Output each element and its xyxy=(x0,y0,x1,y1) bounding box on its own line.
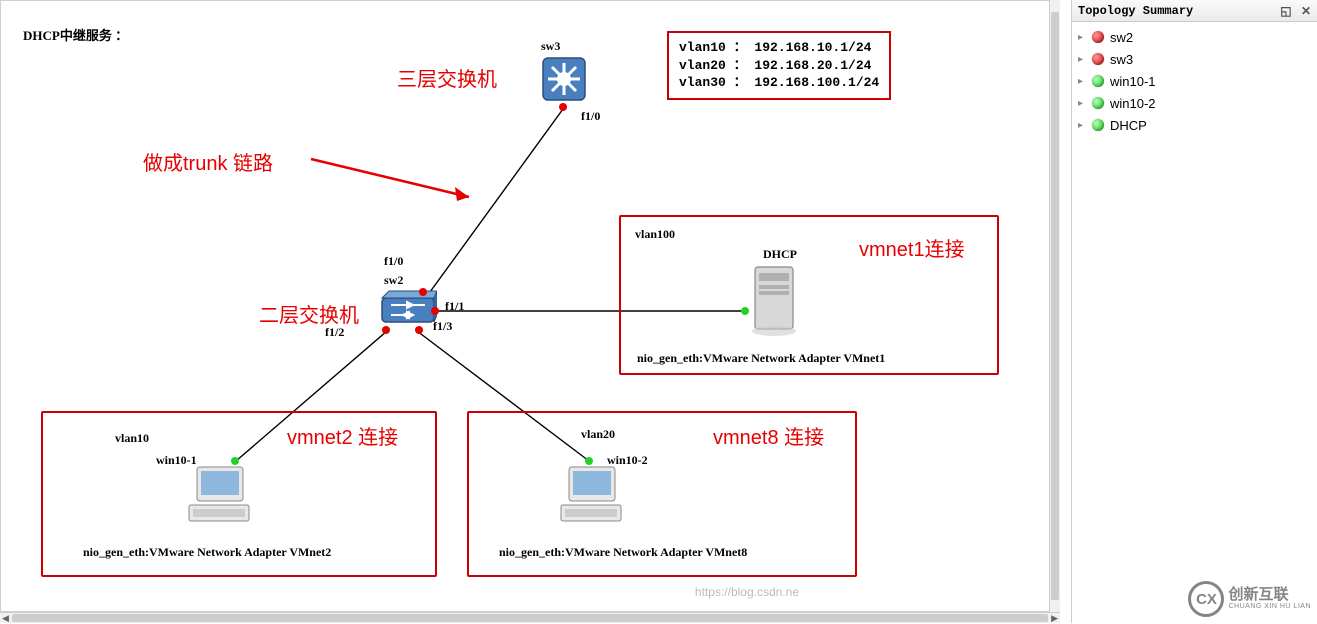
panel-undock-icon[interactable]: ◱ xyxy=(1280,4,1291,18)
vertical-scrollbar[interactable] xyxy=(1049,0,1060,612)
watermark-sub: CHUANG XIN HU LIAN xyxy=(1228,603,1311,611)
annotation-l3-switch: 三层交换机 xyxy=(397,63,497,92)
sw2-port-f10: f1/0 xyxy=(384,254,403,269)
win10-1-adapter: nio_gen_eth:VMware Network Adapter VMnet… xyxy=(83,545,331,560)
node-win10-1[interactable] xyxy=(187,463,255,534)
win10-2-port-dot xyxy=(585,457,593,465)
sw2-port-f11: f1/1 xyxy=(445,299,464,314)
cx-logo-icon: CX xyxy=(1188,581,1224,617)
sw2-port-f12-dot xyxy=(382,326,390,334)
sw2-port-f11-dot xyxy=(431,307,439,315)
topology-canvas[interactable]: DHCP中继服务 ： vlan10 ： 192.168.10.1/24 vlan… xyxy=(0,0,1060,612)
tree-item-sw2[interactable]: ▸ sw2 xyxy=(1072,26,1317,48)
topology-tree: ▸ sw2 ▸ sw3 ▸ win10-1 ▸ win10-2 ▸ DHCP xyxy=(1072,22,1317,140)
win10-2-vlan-label: vlan20 xyxy=(581,427,615,442)
sw2-port-f13: f1/3 xyxy=(433,319,452,334)
tree-item-dhcp[interactable]: ▸ DHCP xyxy=(1072,114,1317,136)
chevron-right-icon: ▸ xyxy=(1078,32,1088,43)
dhcp-vlan-label: vlan100 xyxy=(635,227,675,242)
watermark-url: https://blog.csdn.ne xyxy=(695,585,799,599)
chevron-right-icon: ▸ xyxy=(1078,98,1088,109)
sw3-port-f10: f1/0 xyxy=(581,109,600,124)
sw2-port-f10-dot xyxy=(419,288,427,296)
dhcp-adapter: nio_gen_eth:VMware Network Adapter VMnet… xyxy=(637,351,885,366)
topology-summary-title-bar[interactable]: Topology Summary ◱ ✕ xyxy=(1072,0,1317,22)
tree-item-win10-1[interactable]: ▸ win10-1 xyxy=(1072,70,1317,92)
chevron-right-icon: ▸ xyxy=(1078,76,1088,87)
tree-item-label: DHCP xyxy=(1110,118,1147,133)
topology-summary-title: Topology Summary xyxy=(1078,4,1193,18)
sw2-port-f13-dot xyxy=(415,326,423,334)
tree-item-label: sw2 xyxy=(1110,30,1133,45)
tree-item-sw3[interactable]: ▸ sw3 xyxy=(1072,48,1317,70)
dhcp-label: DHCP xyxy=(763,247,797,262)
status-dot-green-icon xyxy=(1092,119,1104,131)
win10-2-adapter: nio_gen_eth:VMware Network Adapter VMnet… xyxy=(499,545,747,560)
win10-1-label: win10-1 xyxy=(156,453,197,468)
node-sw3[interactable] xyxy=(541,56,587,107)
sw2-label: sw2 xyxy=(384,273,403,288)
node-dhcp[interactable] xyxy=(747,261,801,344)
annotation-vmnet1: vmnet1连接 xyxy=(859,233,965,262)
win10-1-vlan-label: vlan10 xyxy=(115,431,149,446)
annotation-vmnet2: vmnet2 连接 xyxy=(287,421,398,450)
tree-item-win10-2[interactable]: ▸ win10-2 xyxy=(1072,92,1317,114)
status-dot-green-icon xyxy=(1092,97,1104,109)
annotation-l2-switch: 二层交换机 xyxy=(259,299,359,328)
topology-summary-panel: Topology Summary ◱ ✕ ▸ sw2 ▸ sw3 ▸ win10… xyxy=(1071,0,1317,623)
sw3-label: sw3 xyxy=(541,39,560,54)
tree-item-label: win10-1 xyxy=(1110,74,1156,89)
annotation-trunk: 做成trunk 链路 xyxy=(143,147,273,176)
status-dot-green-icon xyxy=(1092,75,1104,87)
watermark-name: 创新互联 xyxy=(1228,587,1311,604)
node-win10-2[interactable] xyxy=(559,463,627,534)
status-dot-red-icon xyxy=(1092,53,1104,65)
chevron-right-icon: ▸ xyxy=(1078,120,1088,131)
horizontal-scrollbar[interactable]: ◀ ▶ xyxy=(0,612,1060,623)
dhcp-port-dot xyxy=(741,307,749,315)
win10-1-port-dot xyxy=(231,457,239,465)
annotation-vmnet8: vmnet8 连接 xyxy=(713,421,824,450)
horizontal-scrollbar-thumb[interactable] xyxy=(12,614,1048,622)
win10-2-label: win10-2 xyxy=(607,453,648,468)
vertical-scrollbar-thumb[interactable] xyxy=(1051,12,1059,600)
sw3-port-f10-dot xyxy=(559,103,567,111)
panel-close-icon[interactable]: ✕ xyxy=(1301,4,1311,18)
status-dot-red-icon xyxy=(1092,31,1104,43)
tree-item-label: sw3 xyxy=(1110,52,1133,67)
tree-item-label: win10-2 xyxy=(1110,96,1156,111)
chevron-right-icon: ▸ xyxy=(1078,54,1088,65)
watermark-logo: CX 创新互联 CHUANG XIN HU LIAN xyxy=(1188,581,1311,617)
